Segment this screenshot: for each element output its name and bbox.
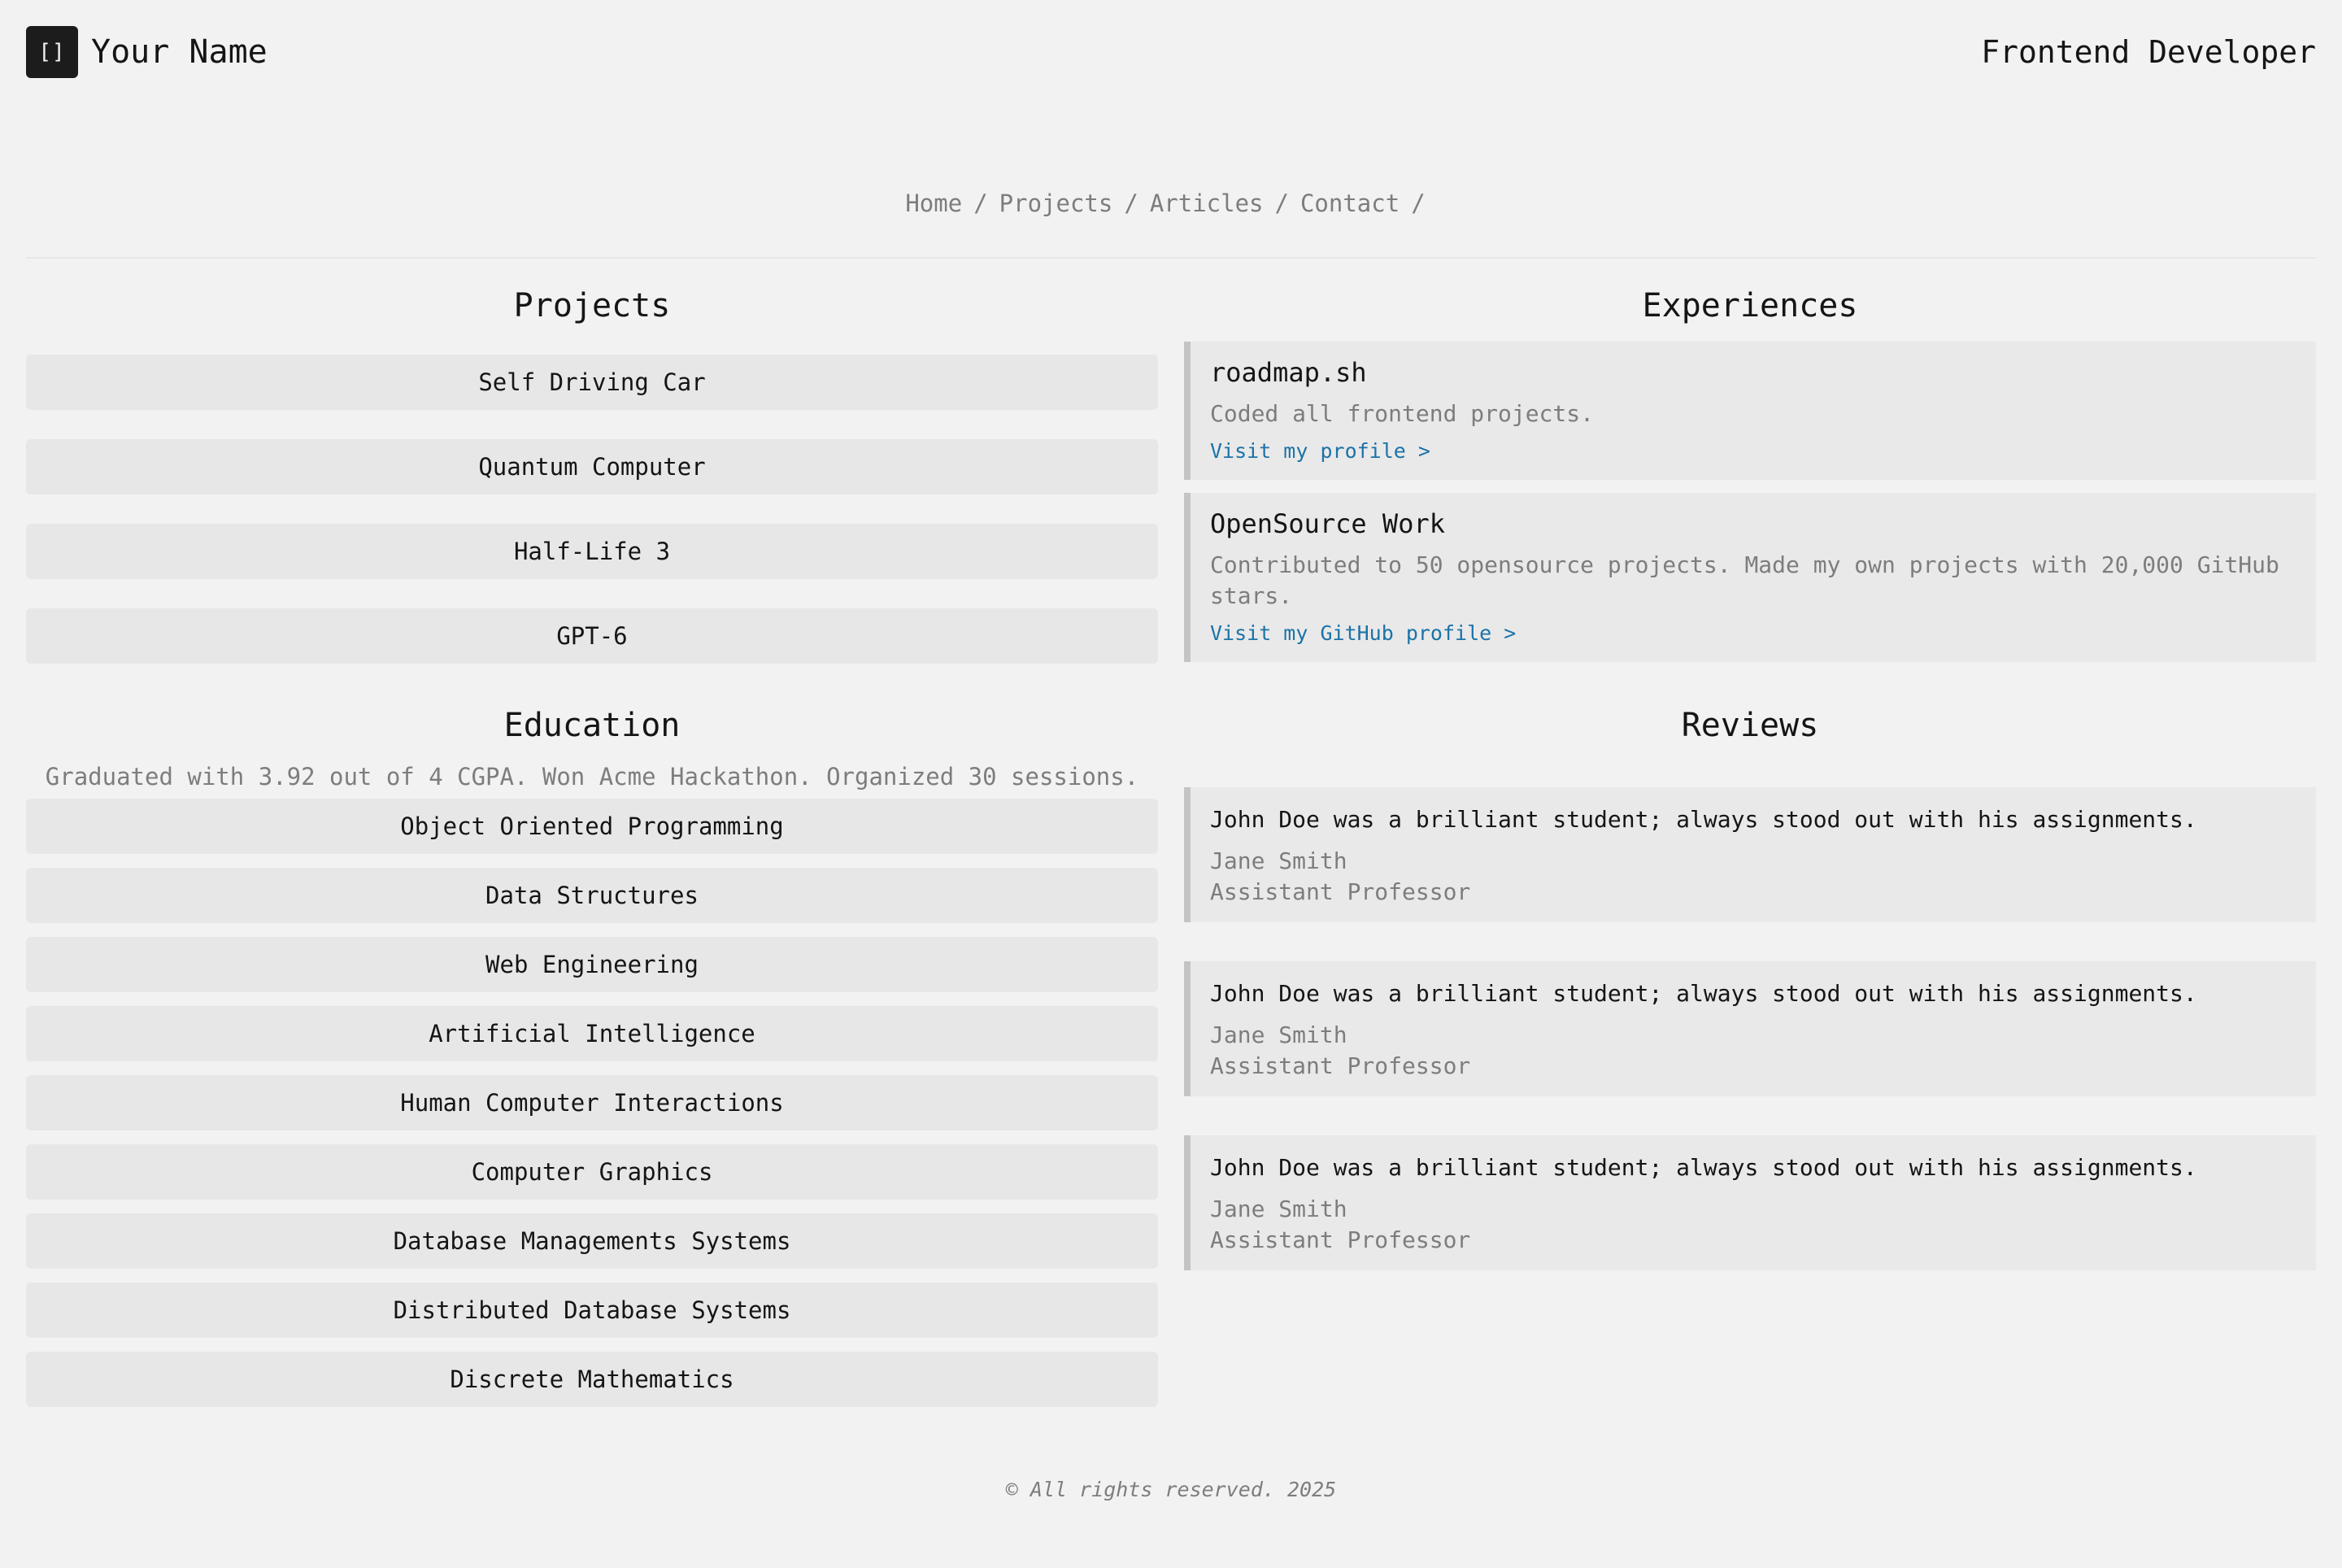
nav-link-projects[interactable]: Projects xyxy=(999,189,1113,217)
nav-link-home[interactable]: Home xyxy=(905,189,962,217)
experience-list: roadmap.sh Coded all frontend projects. … xyxy=(1184,342,2316,662)
nav-separator: / xyxy=(973,189,988,217)
reviewer-name: Jane Smith xyxy=(1210,847,1347,874)
projects-title: Projects xyxy=(513,287,671,324)
experience-card: OpenSource Work Contributed to 50 openso… xyxy=(1184,493,2316,662)
project-item-gpt-6[interactable]: GPT-6 xyxy=(26,608,1158,664)
nav-separator: / xyxy=(1274,189,1289,217)
education-title: Education xyxy=(503,707,681,744)
site-name[interactable]: Your Name xyxy=(91,28,268,76)
review-card: John Doe was a brilliant student; always… xyxy=(1184,961,2316,1096)
reviewer-position: Assistant Professor xyxy=(1210,1226,1471,1253)
education-section: Education Graduated with 3.92 out of 4 C… xyxy=(26,696,1158,1407)
course-item[interactable]: Artificial Intelligence xyxy=(26,1006,1158,1061)
portfolio-page: [] Your Name Frontend Developer Home / Pro… xyxy=(26,0,2316,1568)
reviews-section: Reviews John Doe was a brilliant student… xyxy=(1184,696,2316,1270)
reviews-title: Reviews xyxy=(1681,707,1819,744)
experience-description: Coded all frontend projects. xyxy=(1210,400,1595,427)
reviewer-name: Jane Smith xyxy=(1210,1196,1347,1222)
header-divider xyxy=(26,257,2316,259)
logo-icon[interactable]: [] xyxy=(26,26,78,78)
education-description: Graduated with 3.92 out of 4 CGPA. Won A… xyxy=(45,763,1139,791)
project-item-self-driving-car[interactable]: Self Driving Car xyxy=(26,355,1158,410)
review-quote: John Doe was a brilliant student; always… xyxy=(1210,1154,2197,1181)
site-footer: © All rights reserved. 2025 xyxy=(1005,1478,1337,1501)
projects-list: Self Driving Car Quantum Computer Half-L… xyxy=(26,355,1158,664)
visit-github-profile-link[interactable]: Visit my GitHub profile > xyxy=(1210,618,1516,649)
project-item-quantum-computer[interactable]: Quantum Computer xyxy=(26,439,1158,494)
course-item[interactable]: Database Managements Systems xyxy=(26,1213,1158,1269)
course-item[interactable]: Computer Graphics xyxy=(26,1144,1158,1200)
course-item[interactable]: Human Computer Interactions xyxy=(26,1075,1158,1130)
review-quote: John Doe was a brilliant student; always… xyxy=(1210,980,2197,1007)
reviewer-name: Jane Smith xyxy=(1210,1021,1347,1048)
course-list: Object Oriented Programming Data Structu… xyxy=(26,799,1158,1407)
course-item[interactable]: Distributed Database Systems xyxy=(26,1283,1158,1338)
site-header: [] Your Name Frontend Developer xyxy=(26,0,2316,104)
reviewer-position: Assistant Professor xyxy=(1210,1052,1471,1079)
experience-card: roadmap.sh Coded all frontend projects. … xyxy=(1184,342,2316,480)
nav-link-contact[interactable]: Contact xyxy=(1300,189,1400,217)
project-item-half-life-3[interactable]: Half-Life 3 xyxy=(26,524,1158,579)
course-item[interactable]: Data Structures xyxy=(26,868,1158,923)
experiences-title: Experiences xyxy=(1642,287,1858,324)
course-item[interactable]: Discrete Mathematics xyxy=(26,1352,1158,1407)
right-column: Experiences roadmap.sh Coded all fronten… xyxy=(1184,277,2316,1270)
experience-title: OpenSource Work xyxy=(1210,508,1445,539)
experience-description: Contributed to 50 opensource projects. M… xyxy=(1210,551,2279,609)
breadcrumb-nav: Home / Projects / Articles / Contact / xyxy=(26,182,2316,224)
nav-separator: / xyxy=(1411,189,1426,217)
review-card: John Doe was a brilliant student; always… xyxy=(1184,787,2316,922)
reviewer-position: Assistant Professor xyxy=(1210,878,1471,905)
review-card: John Doe was a brilliant student; always… xyxy=(1184,1135,2316,1270)
review-quote: John Doe was a brilliant student; always… xyxy=(1210,806,2197,833)
course-item[interactable]: Web Engineering xyxy=(26,937,1158,992)
experiences-section: Experiences roadmap.sh Coded all fronten… xyxy=(1184,277,2316,662)
course-item[interactable]: Object Oriented Programming xyxy=(26,799,1158,854)
nav-separator: / xyxy=(1124,189,1138,217)
projects-section: Projects Self Driving Car Quantum Comput… xyxy=(26,277,1158,664)
role-title: Frontend Developer xyxy=(1981,34,2316,70)
review-list: John Doe was a brilliant student; always… xyxy=(1184,787,2316,1270)
nav-link-articles[interactable]: Articles xyxy=(1150,189,1264,217)
left-column: Projects Self Driving Car Quantum Comput… xyxy=(26,277,1158,1407)
experience-title: roadmap.sh xyxy=(1210,357,1367,388)
visit-profile-link[interactable]: Visit my profile > xyxy=(1210,436,1430,467)
